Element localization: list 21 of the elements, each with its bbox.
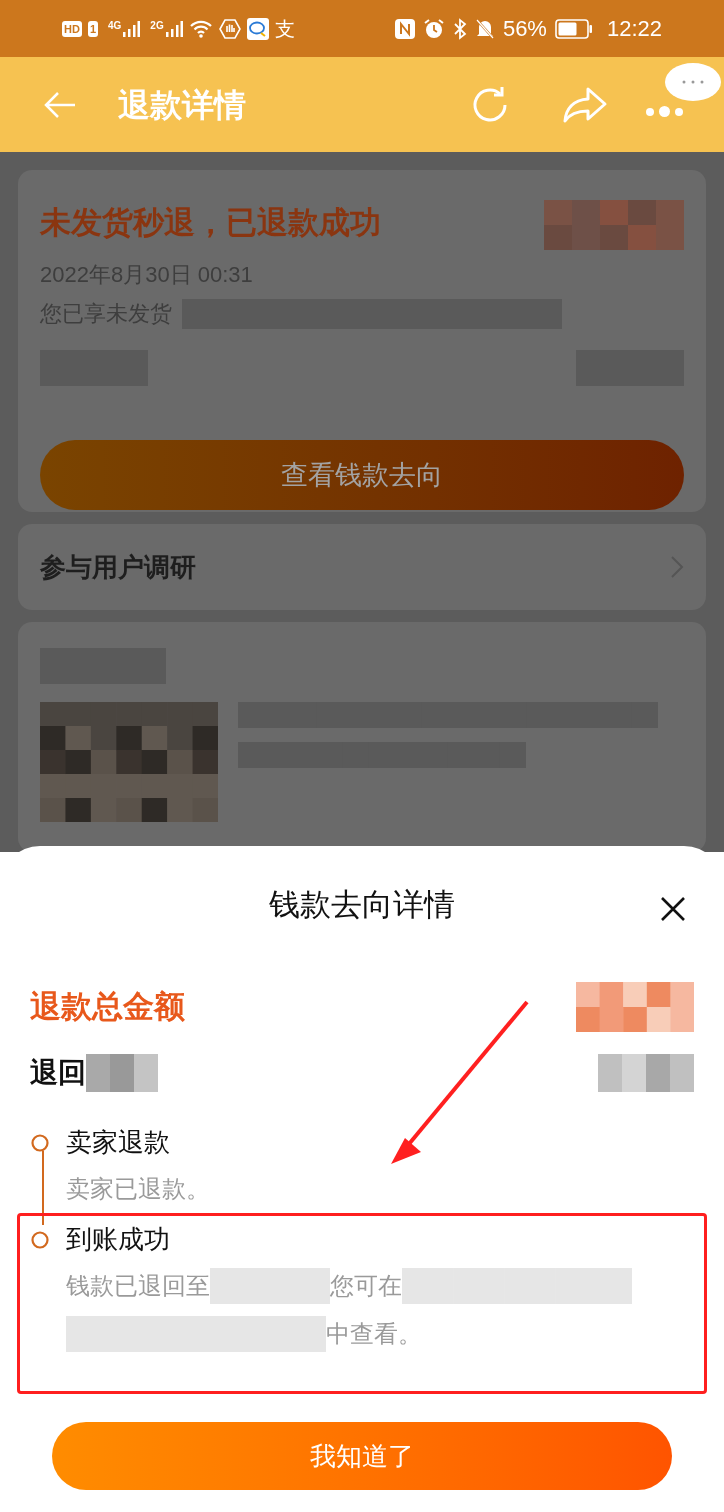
- status-badge: HD: [62, 20, 82, 37]
- network-label: 2G: [150, 20, 164, 31]
- step-detail: 中查看。: [326, 1319, 422, 1349]
- step-detail: 您可在: [330, 1271, 402, 1301]
- acknowledge-button[interactable]: 我知道了: [52, 1422, 672, 1490]
- clock-time: 12:22: [606, 15, 662, 43]
- refund-status-title: 未发货秒退，已退款成功: [40, 204, 381, 242]
- total-label: 退款总金额: [30, 987, 185, 1026]
- step-detail: 卖家已退款。: [66, 1174, 210, 1204]
- network-label: 4G: [108, 20, 122, 31]
- battery-percent: 56%: [502, 15, 547, 43]
- step-title: 卖家退款: [66, 1126, 170, 1159]
- survey-row[interactable]: 参与用户调研: [18, 524, 706, 611]
- step-title: 到账成功: [66, 1223, 170, 1256]
- sheet-title: 钱款去向详情: [269, 885, 455, 924]
- money-destination-button[interactable]: 查看钱款去向: [40, 440, 684, 510]
- app-glyph-icon: 支: [274, 18, 295, 39]
- status-badge: 1: [87, 20, 98, 37]
- page-title: 退款详情: [118, 85, 246, 125]
- step-detail: 钱款已退回至: [66, 1271, 210, 1301]
- returned-label: 退回: [30, 1056, 86, 1090]
